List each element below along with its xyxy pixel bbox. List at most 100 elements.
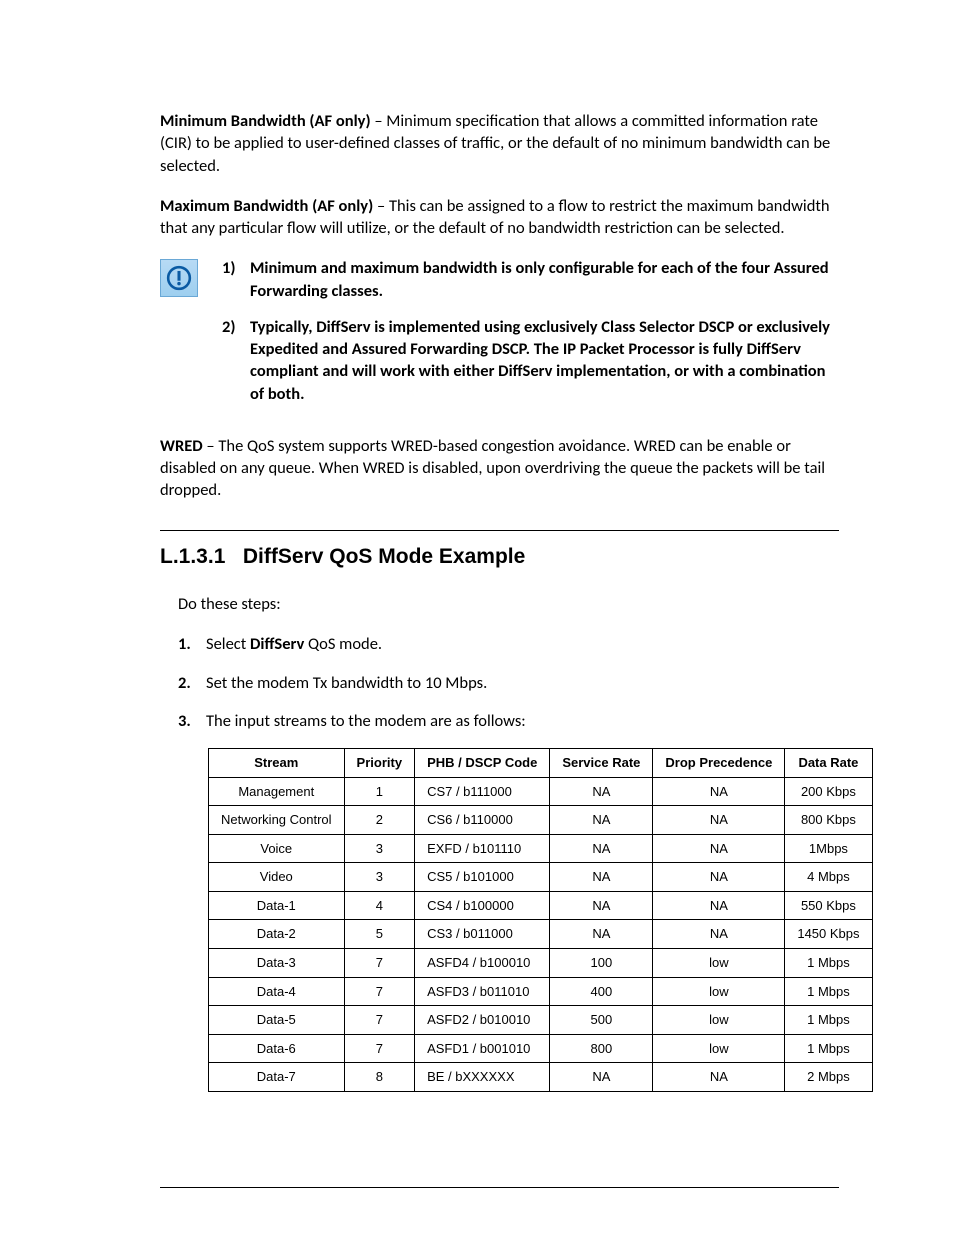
table-cell: 7: [344, 1034, 415, 1063]
label-wred: WRED: [160, 436, 203, 456]
footer-rule: [160, 1187, 839, 1188]
note-item: 1) Minimum and maximum bandwidth is only…: [222, 257, 839, 302]
table-row: Data-47ASFD3 / b011010400low1 Mbps: [209, 977, 873, 1006]
table-cell: Data-6: [209, 1034, 345, 1063]
table-cell: 4: [344, 891, 415, 920]
label-maximum-bandwidth: Maximum Bandwidth (AF only): [160, 196, 373, 216]
table-cell: NA: [653, 834, 785, 863]
table-cell: NA: [550, 806, 653, 835]
table-cell: low: [653, 977, 785, 1006]
table-cell: NA: [653, 1063, 785, 1092]
section-title-text: DiffServ QoS Mode Example: [243, 545, 525, 568]
step-number: 3.: [178, 710, 206, 732]
table-cell: ASFD3 / b011010: [415, 977, 550, 1006]
table-header: PHB / DSCP Code: [415, 749, 550, 778]
table-cell: Management: [209, 777, 345, 806]
table-header: Data Rate: [785, 749, 872, 778]
step-text: Set the modem Tx bandwidth to 10 Mbps.: [206, 672, 839, 694]
table-header: Service Rate: [550, 749, 653, 778]
table-cell: CS5 / b101000: [415, 863, 550, 892]
table-cell: Data-4: [209, 977, 345, 1006]
section-heading: L.1.3.1 DiffServ QoS Mode Example: [160, 543, 839, 571]
table-cell: NA: [653, 891, 785, 920]
text-wred: – The QoS system supports WRED-based con…: [160, 436, 825, 501]
note-list: 1) Minimum and maximum bandwidth is only…: [222, 257, 839, 419]
table-cell: 7: [344, 977, 415, 1006]
table-cell: 550 Kbps: [785, 891, 872, 920]
table-cell: NA: [653, 920, 785, 949]
table-cell: NA: [550, 863, 653, 892]
table-cell: 1: [344, 777, 415, 806]
table-cell: 800: [550, 1034, 653, 1063]
table-cell: NA: [550, 777, 653, 806]
table-row: Data-14CS4 / b100000NANA550 Kbps: [209, 891, 873, 920]
note-item-number: 1): [222, 257, 250, 302]
table-cell: 500: [550, 1006, 653, 1035]
table-cell: 5: [344, 920, 415, 949]
table-cell: Voice: [209, 834, 345, 863]
table-cell: Video: [209, 863, 345, 892]
table-cell: 1Mbps: [785, 834, 872, 863]
table-cell: NA: [550, 891, 653, 920]
table-cell: 200 Kbps: [785, 777, 872, 806]
table-cell: Data-5: [209, 1006, 345, 1035]
table-cell: NA: [653, 806, 785, 835]
step-item: 3. The input streams to the modem are as…: [178, 710, 839, 732]
table-cell: Data-1: [209, 891, 345, 920]
document-page: Minimum Bandwidth (AF only) – Minimum sp…: [0, 0, 954, 1248]
table-row: Video3CS5 / b101000NANA4 Mbps: [209, 863, 873, 892]
table-cell: 1 Mbps: [785, 1034, 872, 1063]
table-header-row: Stream Priority PHB / DSCP Code Service …: [209, 749, 873, 778]
table-cell: Data-2: [209, 920, 345, 949]
table-row: Data-67ASFD1 / b001010800low1 Mbps: [209, 1034, 873, 1063]
table-cell: CS6 / b110000: [415, 806, 550, 835]
table-cell: CS3 / b011000: [415, 920, 550, 949]
table-cell: Data-3: [209, 948, 345, 977]
table-row: Voice3EXFD / b101110NANA1Mbps: [209, 834, 873, 863]
table-cell: 1450 Kbps: [785, 920, 872, 949]
step-text: Select DiffServ QoS mode.: [206, 633, 839, 655]
table-header: Priority: [344, 749, 415, 778]
table-cell: EXFD / b101110: [415, 834, 550, 863]
paragraph-maximum-bandwidth: Maximum Bandwidth (AF only) – This can b…: [160, 195, 839, 240]
table-row: Data-37ASFD4 / b100010100low1 Mbps: [209, 948, 873, 977]
table-body: Management1CS7 / b111000NANA200 KbpsNetw…: [209, 777, 873, 1091]
table-header: Stream: [209, 749, 345, 778]
table-cell: NA: [653, 863, 785, 892]
note-item: 2) Typically, DiffServ is implemented us…: [222, 316, 839, 405]
important-icon: [160, 259, 198, 297]
table-cell: 1 Mbps: [785, 948, 872, 977]
table-cell: 800 Kbps: [785, 806, 872, 835]
note-item-text: Minimum and maximum bandwidth is only co…: [250, 257, 839, 302]
table-cell: 3: [344, 834, 415, 863]
table-cell: ASFD4 / b100010: [415, 948, 550, 977]
note-item-number: 2): [222, 316, 250, 405]
note-item-text: Typically, DiffServ is implemented using…: [250, 316, 839, 405]
table-cell: low: [653, 948, 785, 977]
section-rule: [160, 530, 839, 531]
table-cell: 1 Mbps: [785, 1006, 872, 1035]
table-row: Data-78BE / bXXXXXXNANA2 Mbps: [209, 1063, 873, 1092]
table-cell: 8: [344, 1063, 415, 1092]
table-cell: NA: [550, 920, 653, 949]
table-cell: 4 Mbps: [785, 863, 872, 892]
step-item: 2. Set the modem Tx bandwidth to 10 Mbps…: [178, 672, 839, 694]
table-cell: CS7 / b111000: [415, 777, 550, 806]
table-cell: 100: [550, 948, 653, 977]
step-text: The input streams to the modem are as fo…: [206, 710, 839, 732]
table-cell: BE / bXXXXXX: [415, 1063, 550, 1092]
paragraph-wred: WRED – The QoS system supports WRED-base…: [160, 435, 839, 502]
table-cell: 3: [344, 863, 415, 892]
label-minimum-bandwidth: Minimum Bandwidth (AF only): [160, 111, 371, 131]
paragraph-minimum-bandwidth: Minimum Bandwidth (AF only) – Minimum sp…: [160, 110, 839, 177]
table-row: Management1CS7 / b111000NANA200 Kbps: [209, 777, 873, 806]
table-cell: 1 Mbps: [785, 977, 872, 1006]
table-cell: ASFD2 / b010010: [415, 1006, 550, 1035]
step-number: 2.: [178, 672, 206, 694]
table-cell: 7: [344, 948, 415, 977]
table-cell: 2 Mbps: [785, 1063, 872, 1092]
step-item: 1. Select DiffServ QoS mode.: [178, 633, 839, 655]
note-block: 1) Minimum and maximum bandwidth is only…: [160, 257, 839, 419]
section-number: L.1.3.1: [160, 545, 225, 568]
table-row: Data-25CS3 / b011000NANA1450 Kbps: [209, 920, 873, 949]
